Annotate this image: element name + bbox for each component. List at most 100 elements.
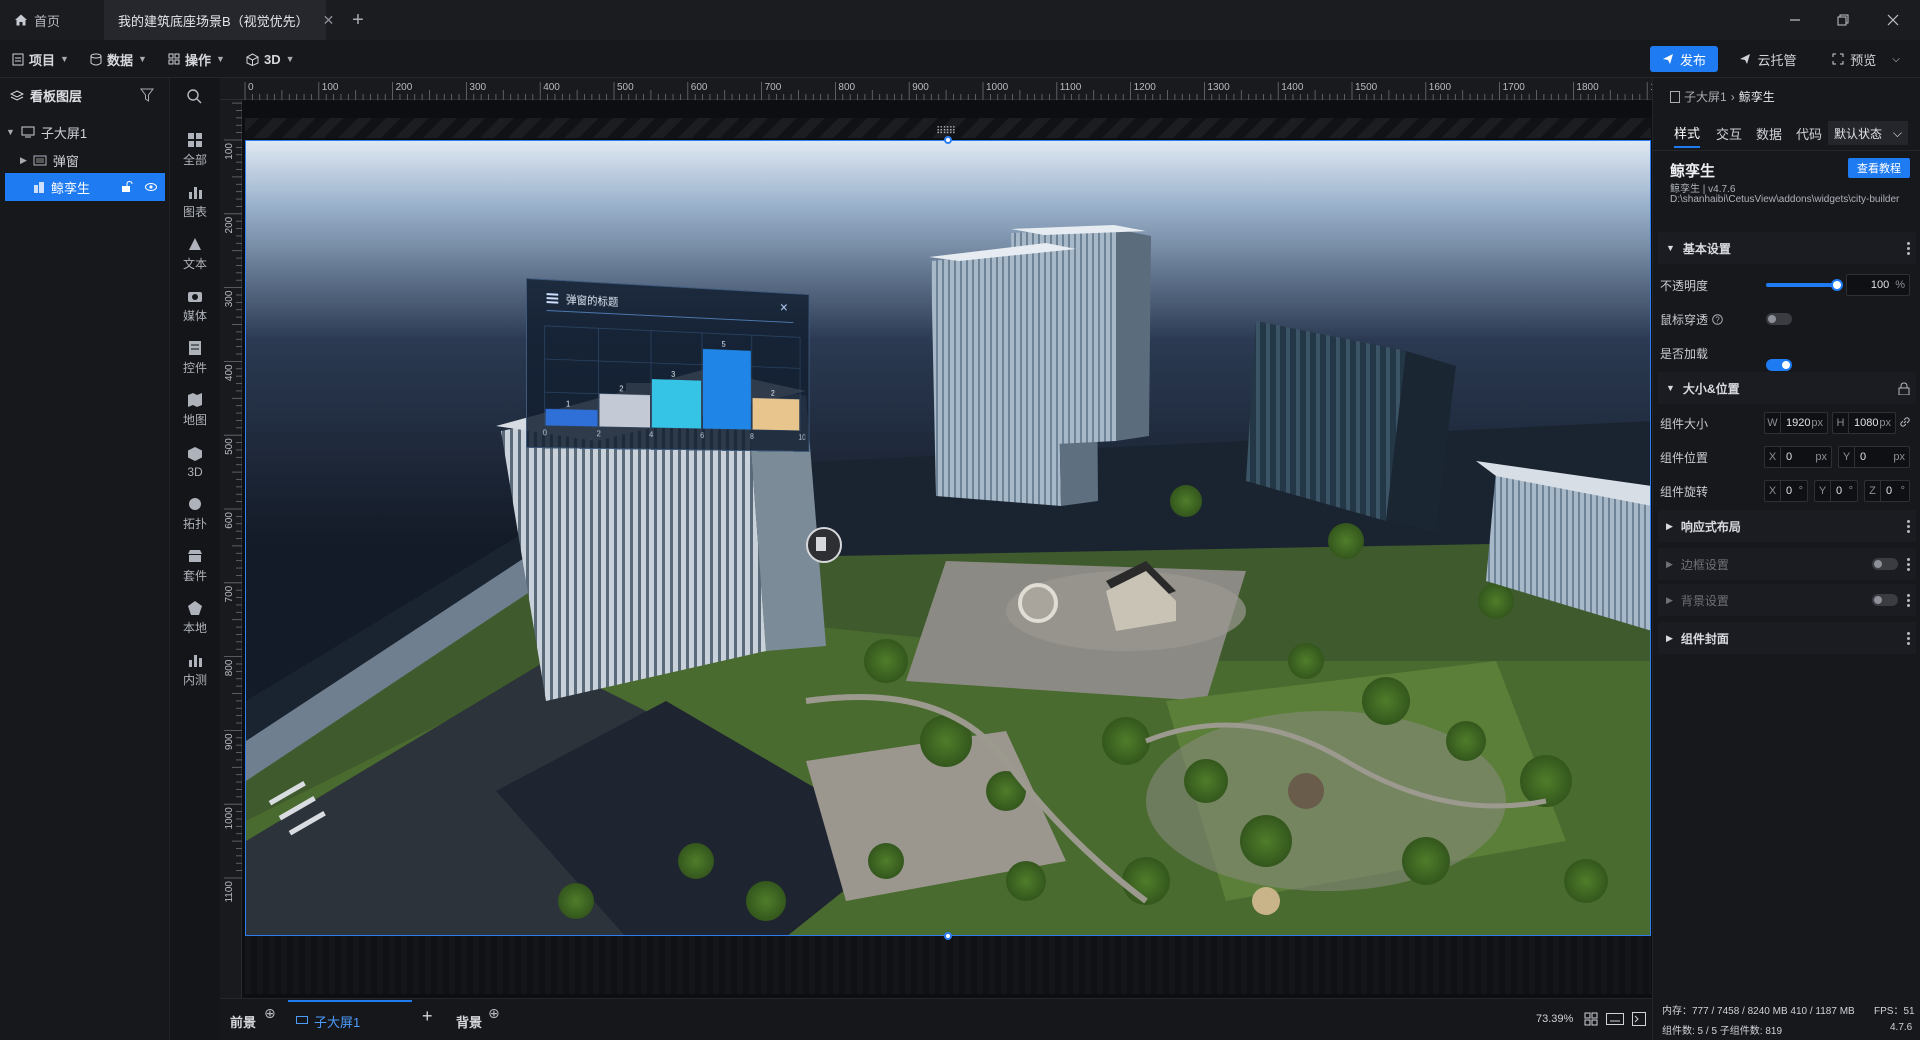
zoom-level[interactable]: 73.39%	[1536, 1013, 1573, 1025]
load-toggle[interactable]	[1766, 359, 1792, 371]
filter-icon[interactable]	[140, 88, 154, 102]
opacity-slider[interactable]	[1766, 279, 1843, 291]
chart-gridline	[545, 359, 801, 368]
restore-icon[interactable]	[1816, 0, 1870, 40]
chart-icon	[187, 184, 203, 200]
help-icon[interactable]: ?	[1712, 313, 1723, 325]
section-border[interactable]: ▶ 边框设置	[1658, 548, 1916, 580]
close-window-icon[interactable]	[1866, 0, 1920, 40]
position-row: 组件位置	[1660, 442, 1708, 472]
more-icon[interactable]	[1906, 241, 1910, 255]
section-basic[interactable]: ▼ 基本设置	[1658, 232, 1916, 264]
height-unit: px	[1879, 417, 1891, 429]
tool-label: 控件	[182, 361, 207, 375]
tab-style[interactable]: 样式	[1674, 118, 1701, 148]
close-icon[interactable]: ✕	[779, 301, 788, 315]
breadcrumb-root[interactable]: 子大屏1	[1684, 88, 1727, 105]
width-input[interactable]: W 1920 px	[1764, 412, 1828, 434]
ruler-label: 1600	[1429, 82, 1452, 93]
more-icon[interactable]	[1906, 631, 1910, 645]
more-icon[interactable]	[1906, 593, 1910, 607]
tool-media[interactable]: 媒体	[170, 280, 220, 332]
keyboard-icon[interactable]	[1606, 1013, 1624, 1025]
cloud-hosting-button[interactable]: 云托管	[1728, 46, 1808, 72]
add-screen-icon[interactable]: +	[422, 1006, 433, 1027]
tool-label: 媒体	[182, 309, 207, 323]
resize-handle-bottom[interactable]	[944, 932, 952, 940]
menu-operate[interactable]: 操作 ▼	[168, 40, 225, 78]
background-label[interactable]: 背景	[456, 1012, 482, 1031]
tool-local[interactable]: 本地	[170, 592, 220, 644]
popup-window[interactable]: 弹窗的标题 ✕ 1 2 3 5 2 0 2 4 6 8 10	[526, 278, 810, 452]
rotate-y-input[interactable]: Y 0 °	[1814, 480, 1858, 502]
layer-item-cetus[interactable]: 鲸孪生	[5, 173, 165, 201]
tool-chart[interactable]: 图表	[170, 176, 220, 228]
minimize-icon[interactable]	[1768, 0, 1822, 40]
tool-all[interactable]: 全部	[170, 124, 220, 176]
foreground-label[interactable]: 前景	[230, 1012, 256, 1031]
section-cover[interactable]: ▶ 组件封面	[1658, 622, 1916, 654]
tab-code[interactable]: 代码	[1796, 118, 1822, 148]
tab-sub-screen[interactable]: 子大屏1	[288, 1000, 412, 1040]
chevron-down-icon[interactable]: ⌵	[1892, 54, 1900, 65]
rotate-z-input[interactable]: Z 0 °	[1864, 480, 1910, 502]
layer-item-popup[interactable]: ▶ 弹窗	[0, 146, 170, 174]
preview-button[interactable]: 预览 ⌵	[1818, 46, 1914, 72]
tool-suite[interactable]: 套件	[170, 540, 220, 592]
layer-item-screen[interactable]: ▼ 子大屏1	[0, 118, 170, 146]
eye-icon[interactable]	[145, 182, 157, 192]
opacity-slider-thumb[interactable]	[1831, 279, 1843, 291]
menu-3d[interactable]: 3D ▼	[246, 40, 295, 78]
rotate-y-value: 0	[1836, 485, 1843, 497]
layers-title: 看板图层	[30, 89, 83, 104]
section-size-position[interactable]: ▼ 大小&位置	[1658, 372, 1916, 404]
lock-icon[interactable]	[1898, 381, 1910, 395]
publish-button[interactable]: 发布	[1650, 46, 1718, 72]
tab-interaction[interactable]: 交互	[1716, 118, 1742, 148]
height-input[interactable]: H 1080 px	[1832, 412, 1896, 434]
city-3d-scene[interactable]	[245, 140, 1651, 936]
tool-beta[interactable]: 内测	[170, 644, 220, 696]
section-background[interactable]: ▶ 背景设置	[1658, 584, 1916, 616]
tool-text[interactable]: 文本	[170, 228, 220, 280]
opacity-unit: %	[1895, 279, 1905, 291]
state-select[interactable]: 默认状态 ⌵	[1828, 121, 1908, 145]
rotate-x-input[interactable]: X 0 °	[1764, 480, 1808, 502]
fit-screen-icon[interactable]	[1584, 1012, 1598, 1026]
tutorial-button[interactable]: 查看教程	[1848, 158, 1910, 178]
add-tab-icon[interactable]: +	[346, 8, 370, 32]
mouse-through-toggle[interactable]	[1766, 313, 1792, 325]
menu-project[interactable]: 项目 ▼	[12, 40, 69, 78]
menu-data[interactable]: 数据 ▼	[90, 40, 147, 78]
close-tab-icon[interactable]: ✕	[323, 12, 335, 29]
add-foreground-icon[interactable]: ⊕	[264, 1005, 276, 1022]
tab-data[interactable]: 数据	[1756, 118, 1782, 148]
chevron-down-icon[interactable]: ▼	[6, 127, 15, 137]
tool-map[interactable]: 地图	[170, 384, 220, 436]
link-icon[interactable]	[1899, 416, 1911, 428]
background-toggle[interactable]	[1872, 594, 1898, 606]
ruler-label: 600	[224, 512, 235, 529]
search-icon[interactable]	[186, 88, 202, 104]
border-toggle[interactable]	[1872, 558, 1898, 570]
resize-handle-top[interactable]	[944, 136, 952, 144]
tab-home[interactable]: 首页	[0, 0, 104, 40]
document-icon	[12, 53, 24, 66]
terminal-icon[interactable]	[1632, 1012, 1646, 1026]
tool-topology[interactable]: 拓扑	[170, 488, 220, 540]
y-value: 0	[1860, 451, 1867, 463]
tool-3d[interactable]: 3D	[170, 436, 220, 488]
chart-tick-label: 6	[700, 431, 705, 440]
opacity-input[interactable]: 100 %	[1846, 274, 1910, 296]
tab-document[interactable]: 我的建筑底座场景B（视觉优先） ✕	[104, 0, 334, 40]
chevron-right-icon[interactable]: ▶	[20, 155, 27, 166]
popup-header: 弹窗的标题	[546, 290, 618, 310]
more-icon[interactable]	[1906, 557, 1910, 571]
unlock-icon[interactable]	[121, 181, 133, 193]
x-input[interactable]: X 0 px	[1764, 446, 1832, 468]
section-responsive[interactable]: ▶ 响应式布局	[1658, 510, 1916, 542]
add-background-icon[interactable]: ⊕	[488, 1005, 500, 1022]
more-icon[interactable]	[1906, 519, 1910, 533]
tool-control[interactable]: 控件	[170, 332, 220, 384]
y-input[interactable]: Y 0 px	[1838, 446, 1910, 468]
